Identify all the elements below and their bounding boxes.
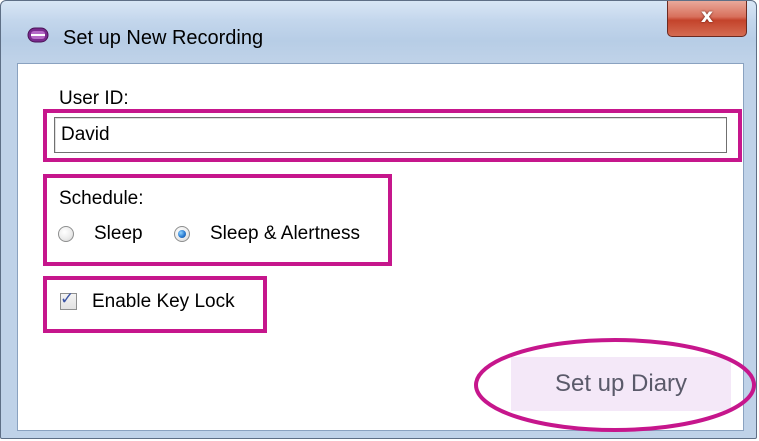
close-icon: x xyxy=(700,5,714,27)
close-button[interactable]: x xyxy=(667,1,747,37)
title-bar[interactable]: Set up New Recording x xyxy=(1,1,756,59)
user-id-label: User ID: xyxy=(59,88,129,109)
window-title: Set up New Recording xyxy=(63,27,264,49)
key-lock-highlight xyxy=(43,276,267,333)
set-up-diary-button[interactable]: Set up Diary xyxy=(511,357,731,411)
schedule-highlight xyxy=(43,174,392,266)
app-device-icon xyxy=(27,27,49,43)
user-id-highlight xyxy=(43,109,742,162)
